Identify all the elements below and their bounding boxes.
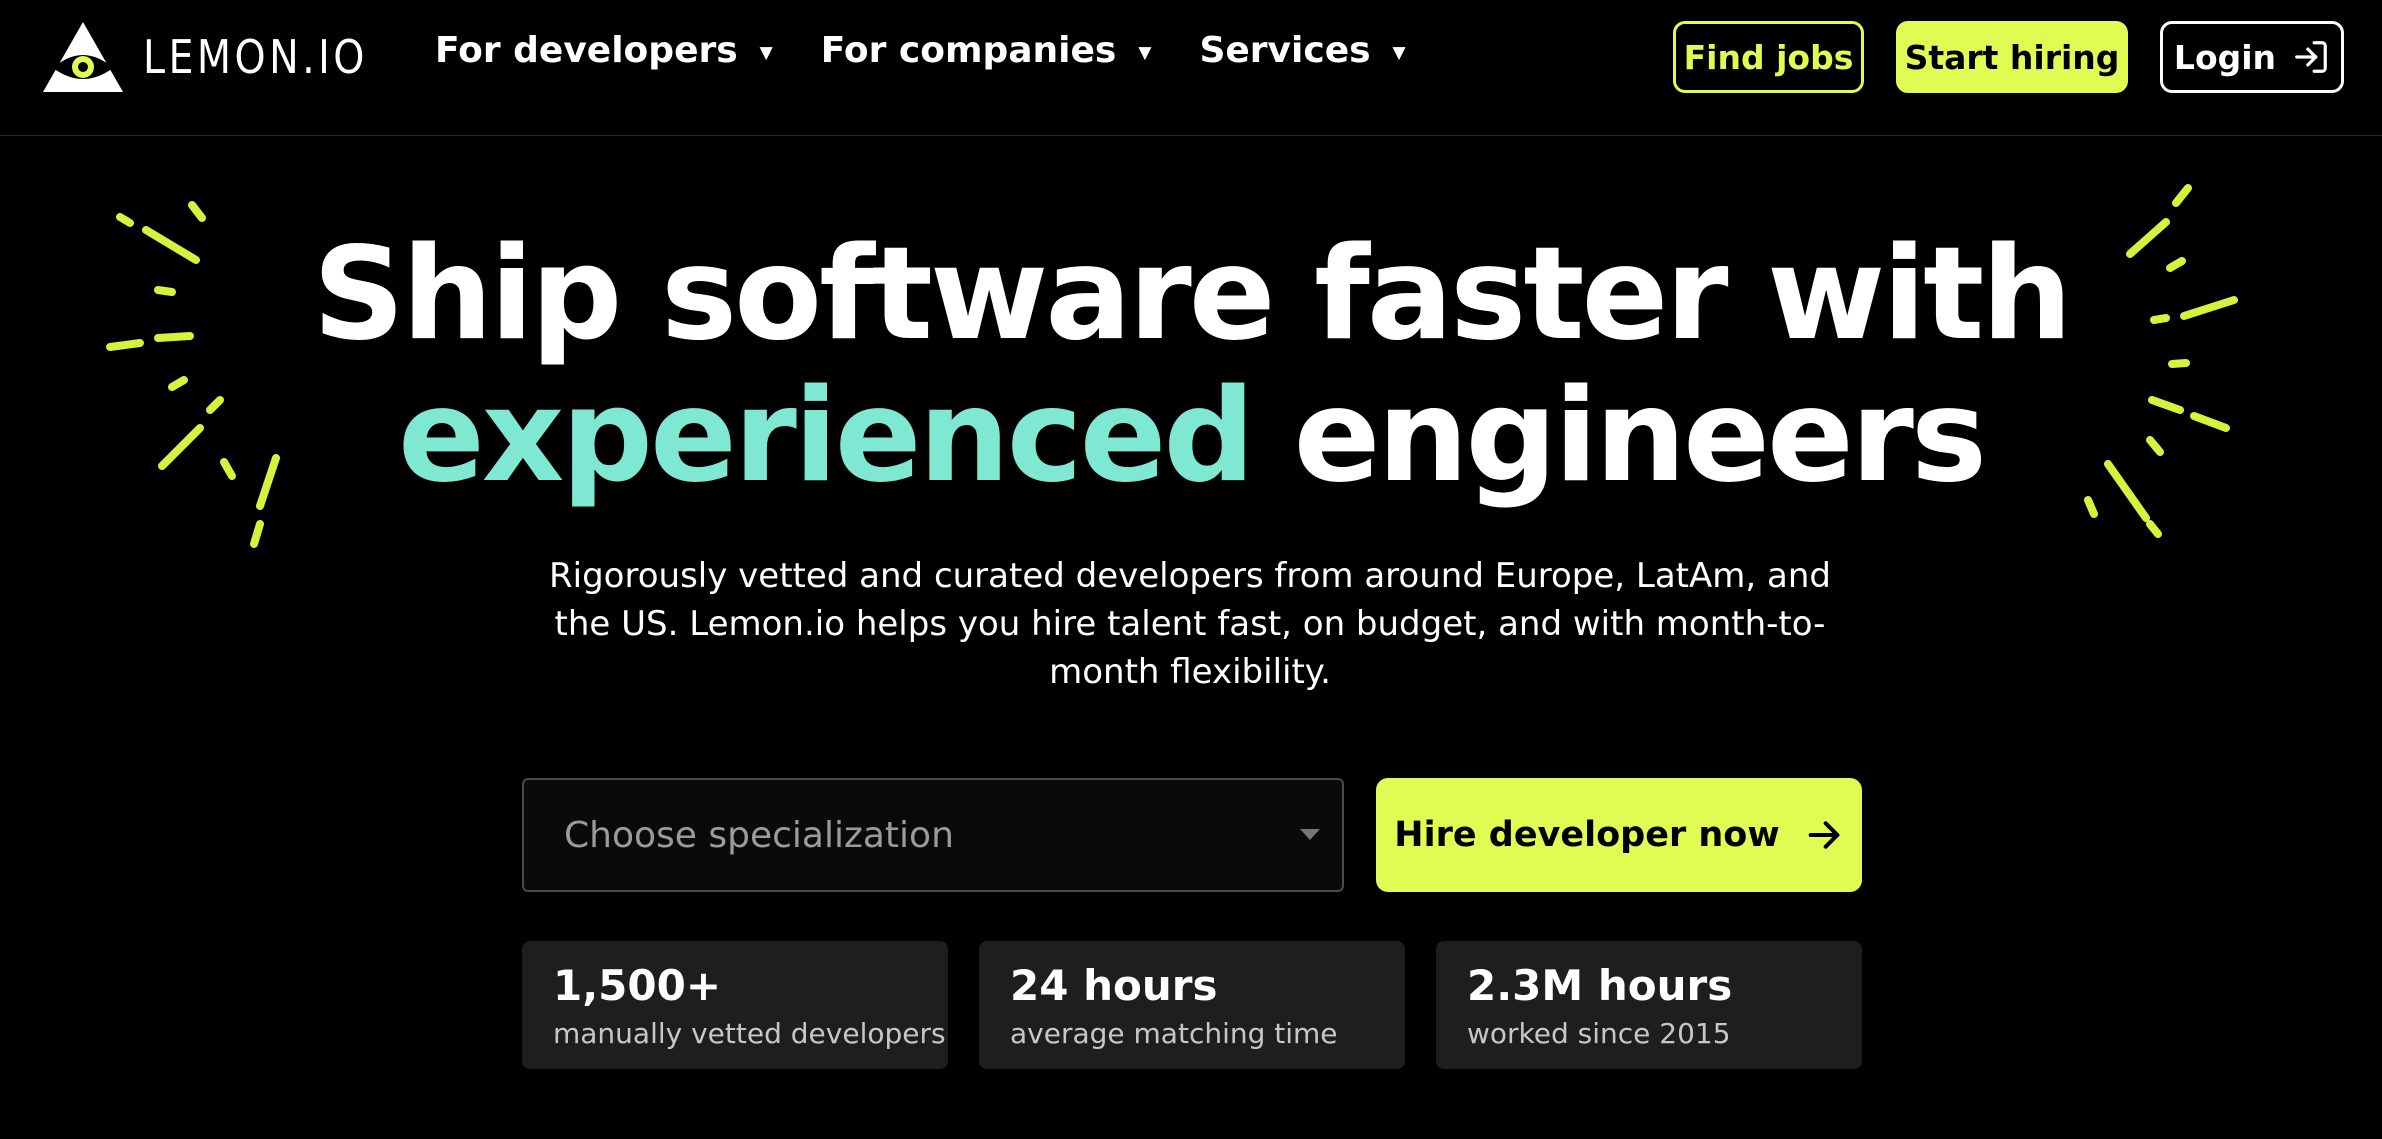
nav-item-services[interactable]: Services ▼ bbox=[1199, 30, 1405, 71]
login-label: Login bbox=[2173, 37, 2277, 77]
stat-card: 24 hours average matching time bbox=[979, 941, 1405, 1069]
hero-headline-line2: experienced engineers bbox=[0, 364, 2382, 510]
caret-down-icon bbox=[1300, 829, 1320, 840]
stat-label: manually vetted developers bbox=[553, 1017, 946, 1050]
logo[interactable]: LEMON.IO bbox=[41, 20, 404, 94]
caret-down-icon: ▼ bbox=[1138, 42, 1152, 63]
hero-headline-line1: Ship software faster with bbox=[312, 220, 2073, 369]
start-hiring-button[interactable]: Start hiring bbox=[1896, 21, 2128, 93]
specialization-placeholder: Choose specialization bbox=[564, 814, 954, 856]
nav-item-label: For companies bbox=[820, 30, 1117, 71]
stat-value: 2.3M hours bbox=[1467, 961, 1733, 1010]
stat-value: 1,500+ bbox=[553, 961, 722, 1010]
nav-item-for-companies[interactable]: For companies ▼ bbox=[821, 30, 1152, 71]
hero-subtitle: Rigorously vetted and curated developers… bbox=[549, 556, 1831, 692]
hire-developer-button[interactable]: Hire developer now bbox=[1376, 778, 1862, 892]
nav-item-label: For developers bbox=[435, 30, 738, 71]
hero-headline-accent: experienced bbox=[397, 362, 1255, 511]
eye-triangle-icon bbox=[43, 22, 123, 92]
login-button[interactable]: Login bbox=[2160, 21, 2344, 93]
hero-headline-rest: engineers bbox=[1293, 362, 1987, 511]
stat-card: 1,500+ manually vetted developers bbox=[522, 941, 948, 1069]
nav-item-for-developers[interactable]: For developers ▼ bbox=[435, 30, 773, 71]
sign-in-icon bbox=[2295, 41, 2327, 73]
caret-down-icon: ▼ bbox=[759, 42, 773, 63]
stat-card: 2.3M hours worked since 2015 bbox=[1436, 941, 1862, 1069]
site-header: LEMON.IO For developers ▼ For companies … bbox=[0, 0, 2382, 136]
main-nav: For developers ▼ For companies ▼ Service… bbox=[435, 30, 1406, 71]
find-jobs-button[interactable]: Find jobs bbox=[1673, 21, 1864, 93]
stat-label: average matching time bbox=[1010, 1017, 1338, 1050]
stat-value: 24 hours bbox=[1010, 961, 1218, 1010]
caret-down-icon: ▼ bbox=[1392, 42, 1406, 63]
stat-label: worked since 2015 bbox=[1467, 1017, 1731, 1050]
nav-item-label: Services bbox=[1199, 30, 1371, 71]
arrow-right-icon bbox=[1808, 821, 1840, 849]
hire-developer-label: Hire developer now bbox=[1394, 815, 1780, 855]
specialization-select[interactable]: Choose specialization bbox=[522, 778, 1344, 892]
logo-text: LEMON.IO bbox=[143, 30, 368, 84]
